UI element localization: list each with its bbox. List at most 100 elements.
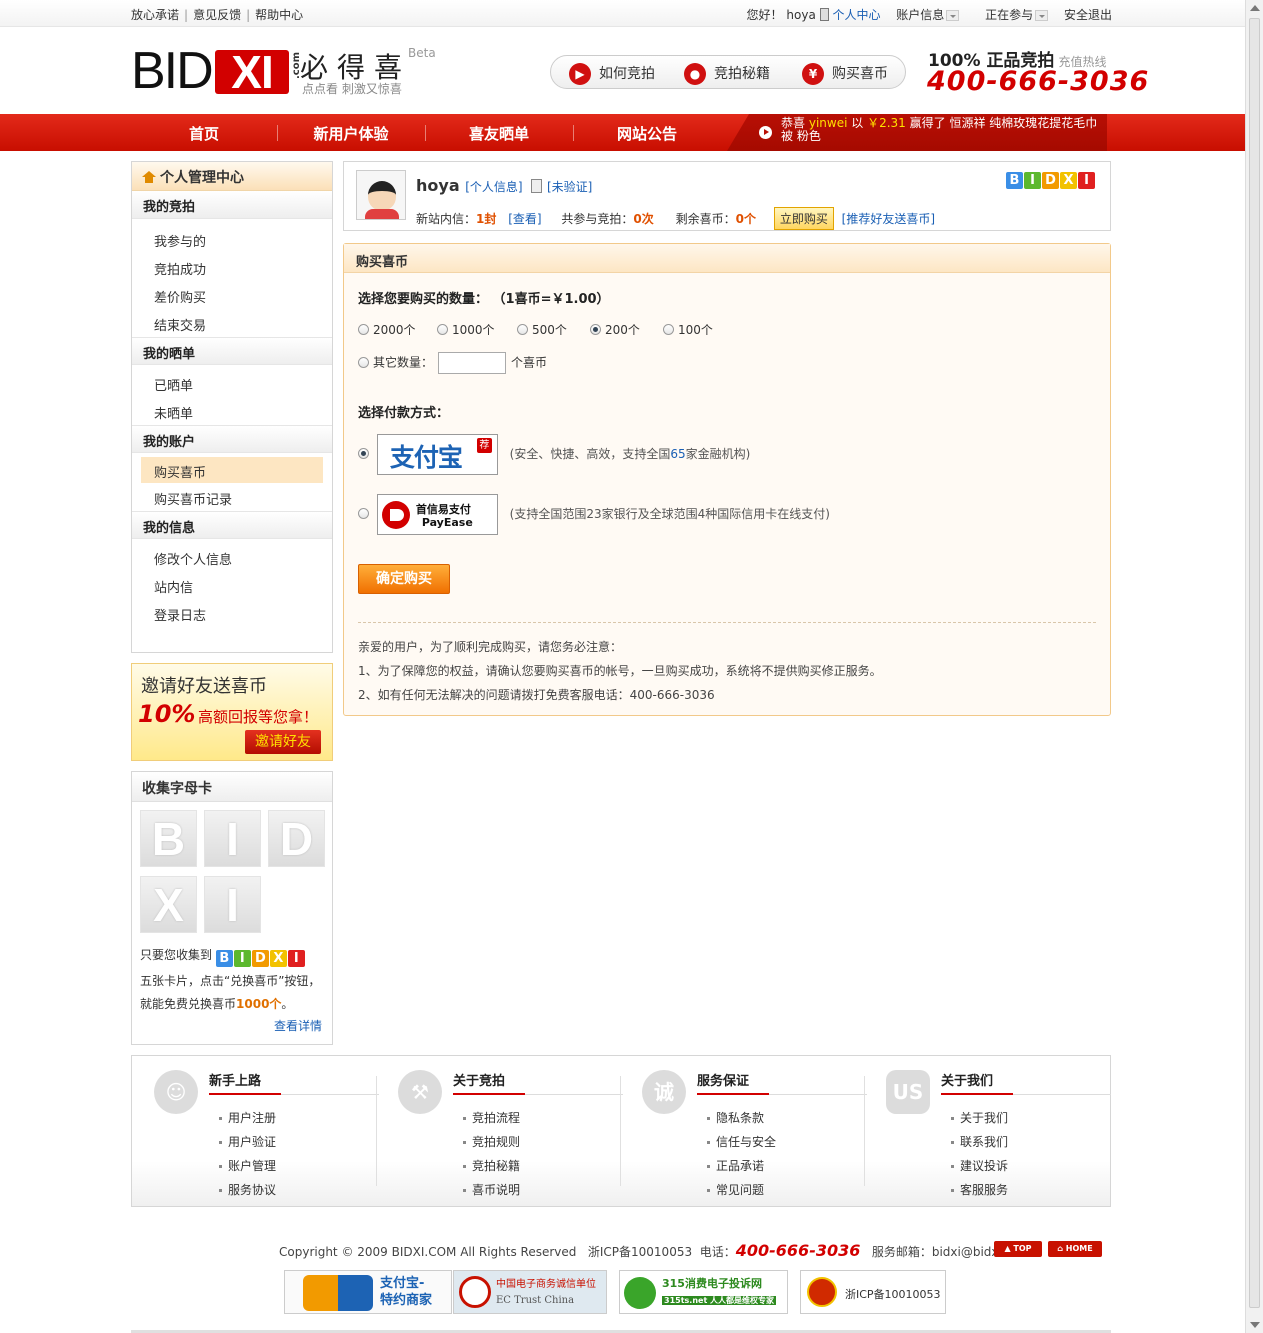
qty-option-1000[interactable]: 1000个 (437, 321, 495, 338)
sidebar-item-shown[interactable]: 已晒单 (132, 369, 332, 397)
site-logo[interactable]: BID XI .com (131, 45, 302, 97)
sidebar-item-messages[interactable]: 站内信 (132, 571, 332, 599)
recommend-friends-link[interactable]: [推荐好友送喜币] (842, 212, 935, 226)
bid-tips-link[interactable]: ● 竞拍秘籍 (684, 63, 770, 85)
sidebar-item-my-bids[interactable]: 我参与的 (132, 225, 332, 253)
footer-link-complaint[interactable]: 建议投诉 (960, 1159, 1008, 1173)
radio-button[interactable] (358, 356, 369, 368)
sidebar-menu: 个人管理中心 我的竞拍 我参与的 竞拍成功 差价购买 结束交易 我的晒单 已晒单… (131, 161, 333, 653)
footer-link-coins[interactable]: 喜币说明 (472, 1183, 520, 1197)
radio-button-selected[interactable] (358, 448, 369, 459)
radio-button[interactable] (358, 508, 369, 519)
logout-link[interactable]: 安全退出 (1064, 8, 1112, 22)
other-quantity-input[interactable] (438, 352, 507, 374)
payease-logo[interactable]: 首信易支付 PayEase (376, 494, 498, 535)
help-link[interactable]: 帮助中心 (255, 8, 303, 22)
sidebar-item-login-log[interactable]: 登录日志 (132, 599, 332, 627)
footer-link-rules[interactable]: 竞拍规则 (472, 1135, 520, 1149)
footer-link-tips[interactable]: 竞拍秘籍 (472, 1159, 520, 1173)
qty-option-2000[interactable]: 2000个 (358, 321, 416, 338)
yen-icon: ¥ (802, 63, 824, 85)
ec-trust-badge[interactable]: 中国电子商务诚信单位 EC Trust China (453, 1270, 607, 1314)
vertical-scrollbar[interactable] (1245, 0, 1263, 1333)
qty-option-500[interactable]: 500个 (517, 321, 567, 338)
back-to-top-button[interactable]: ▲ TOP (994, 1241, 1042, 1257)
footer-links: ☺ 新手上路 用户注册 用户验证 账户管理 服务协议 ⚒ 关于竞拍 竞拍流程 竞… (131, 1055, 1111, 1207)
qty-option-200[interactable]: 200个 (590, 321, 640, 338)
nav-home[interactable]: 首页 (130, 123, 278, 144)
nav-announcements[interactable]: 网站公告 (573, 123, 721, 144)
sidebar-item-diff-buy[interactable]: 差价购买 (132, 281, 332, 309)
how-to-bid-link[interactable]: ▶ 如何竞拍 (569, 63, 655, 85)
promise-link[interactable]: 放心承诺 (131, 8, 179, 22)
avatar[interactable] (356, 170, 406, 220)
letter-card: I (204, 810, 261, 867)
radio-button[interactable] (663, 324, 674, 335)
footer-link-flow[interactable]: 竞拍流程 (472, 1111, 520, 1125)
invite-friends-button[interactable]: 邀请好友 (245, 730, 321, 754)
sidebar-item-not-shown[interactable]: 未晒单 (132, 397, 332, 425)
footer-link-trust[interactable]: 信任与安全 (716, 1135, 776, 1149)
pay-option-alipay[interactable]: 支付宝荐 (安全、快捷、高效，支持全国65家金融机构) (358, 434, 750, 475)
brand-letter: D (1042, 172, 1059, 189)
user-center-link[interactable]: 个人中心 (832, 8, 880, 22)
315-complaint-badge[interactable]: 315消费电子投诉网 315ts.net 人人都是维权专家 (619, 1270, 788, 1314)
alipay-merchant-badge[interactable]: 支付宝- 特约商家 (284, 1270, 452, 1314)
letter-card: B (140, 810, 197, 867)
chevron-down-icon[interactable] (1035, 10, 1049, 21)
footer-link-genuine[interactable]: 正品承诺 (716, 1159, 764, 1173)
buy-now-button[interactable]: 立即购买 (773, 207, 834, 230)
person-icon: ☺ (154, 1070, 198, 1114)
alipay-logo[interactable]: 支付宝荐 (376, 434, 498, 475)
account-info-menu[interactable]: 账户信息 (896, 8, 944, 22)
icp-badge[interactable]: 浙ICP备10010053 (800, 1270, 946, 1314)
verify-status[interactable]: [未验证] (531, 178, 592, 195)
quantity-label: 选择您要购买的数量： （1喜币=￥1.00） (358, 292, 610, 307)
sidebar-section-title: 我的竞拍 (132, 191, 332, 219)
footer-link-verify[interactable]: 用户验证 (228, 1135, 276, 1149)
feedback-link[interactable]: 意见反馈 (193, 8, 241, 22)
home-button[interactable]: ⌂ HOME (1048, 1241, 1102, 1257)
top-user-area: 您好！ hoya 个人中心 账户信息 正在参与 安全退出 (747, 6, 1112, 23)
user-stats: 新站内信：1封 [查看] 共参与竞拍：0次 剩余喜币：0个 立即购买 [推荐好友… (416, 207, 935, 230)
pay-option-payease[interactable]: 首信易支付 PayEase (支持全国范围23家银行及全球范围4种国际信用卡在线支… (358, 494, 830, 535)
brand-letter: D (251, 950, 269, 967)
bidxi-mini-logo: BIDXI (1006, 172, 1096, 189)
view-details-link[interactable]: 查看详情 (274, 1017, 322, 1034)
scroll-up-icon[interactable] (1250, 5, 1260, 11)
footer-link-about[interactable]: 关于我们 (960, 1111, 1008, 1125)
scroll-thumb[interactable] (1249, 18, 1260, 1308)
user-info-link[interactable]: [个人信息] (465, 180, 522, 194)
footer-link-agreement[interactable]: 服务协议 (228, 1183, 276, 1197)
footer-link-service[interactable]: 客服服务 (960, 1183, 1008, 1197)
confirm-purchase-button[interactable]: 确定购买 (358, 564, 450, 594)
radio-button[interactable] (437, 324, 448, 335)
footer-link-privacy[interactable]: 隐私条款 (716, 1111, 764, 1125)
radio-button[interactable] (517, 324, 528, 335)
radio-button[interactable] (358, 324, 369, 335)
brand-letter: I (233, 950, 251, 967)
footer-link-faq[interactable]: 常见问题 (716, 1183, 764, 1197)
buy-coins-link[interactable]: ¥ 购买喜币 (802, 63, 888, 85)
view-messages-link[interactable]: [查看] (508, 212, 541, 226)
page: 放心承诺 | 意见反馈 | 帮助中心 您好！ hoya 个人中心 账户信息 正在参与 安… (0, 0, 1245, 1333)
scroll-down-icon[interactable] (1250, 1322, 1260, 1328)
brand-letter: B (215, 950, 233, 967)
nav-new-user[interactable]: 新用户体验 (277, 123, 425, 144)
footer-link-contact[interactable]: 联系我们 (960, 1135, 1008, 1149)
sidebar-item-closed-deals[interactable]: 结束交易 (132, 309, 332, 337)
sidebar-item-edit-info[interactable]: 修改个人信息 (132, 543, 332, 571)
invite-banner[interactable]: 邀请好友送喜币 10% 高额回报等您拿！ 邀请好友 (131, 663, 333, 761)
play-icon: ▶ (569, 63, 591, 85)
qty-option-100[interactable]: 100个 (663, 321, 713, 338)
footer-link-register[interactable]: 用户注册 (228, 1111, 276, 1125)
nav-showcase[interactable]: 喜友晒单 (425, 123, 573, 144)
sidebar-item-bid-success[interactable]: 竞拍成功 (132, 253, 332, 281)
sidebar-item-coin-records[interactable]: 购买喜币记录 (132, 483, 332, 511)
sidebar-item-buy-coins[interactable]: 购买喜币 (141, 457, 323, 483)
winner-ticker[interactable]: 恭喜 yinwei 以 ￥2.31 赢得了 恒源祥 纯棉玫瑰花提花毛巾 被 粉色 (727, 114, 1107, 151)
participating-menu[interactable]: 正在参与 (985, 8, 1033, 22)
chevron-down-icon[interactable] (946, 10, 960, 21)
footer-link-account[interactable]: 账户管理 (228, 1159, 276, 1173)
radio-button-selected[interactable] (590, 324, 601, 335)
